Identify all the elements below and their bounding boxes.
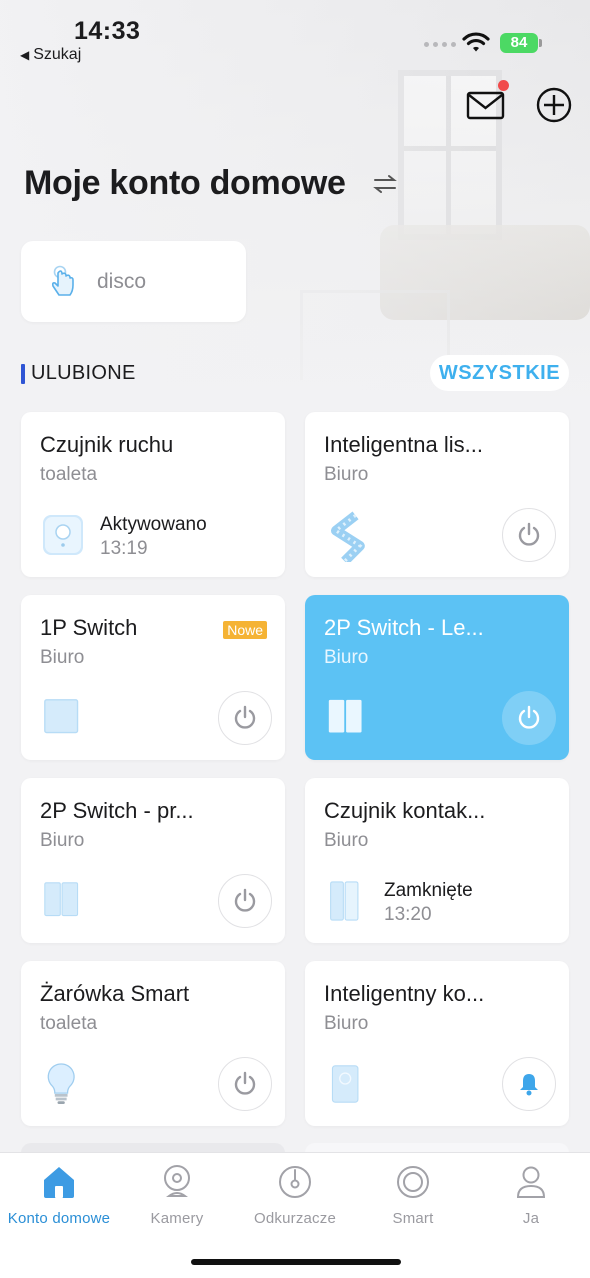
device-state-time: 13:19 xyxy=(100,538,148,559)
device-card[interactable]: 1P Switch Nowe Biuro xyxy=(21,595,285,760)
power-button[interactable] xyxy=(218,1057,272,1111)
tab-label: Odkurzacze xyxy=(253,1210,337,1227)
device-room: Biuro xyxy=(324,1013,369,1034)
power-icon xyxy=(518,705,540,729)
device-card[interactable]: Czujnik ruchu toaleta Aktywowano 13:19 xyxy=(21,412,285,577)
tab-label: Smart xyxy=(392,1210,434,1227)
smart-icon xyxy=(397,1166,429,1198)
device-room: Biuro xyxy=(324,647,369,668)
power-button[interactable] xyxy=(218,691,272,745)
tab-home[interactable]: Konto domowe xyxy=(0,1163,118,1227)
device-name: Czujnik kontak... xyxy=(324,798,486,823)
tab-label: Ja xyxy=(522,1210,540,1227)
camera-icon xyxy=(164,1165,190,1197)
bulb-icon xyxy=(47,1063,75,1104)
switch-1p-icon xyxy=(44,699,79,734)
tab-me[interactable]: Ja xyxy=(472,1163,590,1227)
device-card-active[interactable]: 2P Switch - Le... Biuro xyxy=(305,595,569,760)
power-button[interactable] xyxy=(218,874,272,928)
tab-cameras[interactable]: Kamery xyxy=(118,1163,236,1227)
motion-sensor-icon xyxy=(43,515,83,555)
power-button[interactable] xyxy=(502,508,556,562)
device-room: toaleta xyxy=(40,1013,98,1034)
home-indicator xyxy=(191,1259,401,1265)
add-icon[interactable] xyxy=(535,86,573,124)
favorites-label: ULUBIONE xyxy=(31,362,136,384)
device-room: Biuro xyxy=(324,464,369,485)
device-card[interactable]: Czujnik kontak... Biuro Zamknięte 13:20 xyxy=(305,778,569,943)
light-strip-icon xyxy=(331,511,365,562)
device-name: Inteligentna lis... xyxy=(324,432,483,457)
status-time: 14:33 xyxy=(74,17,141,45)
device-room: toaleta xyxy=(40,464,98,485)
power-button[interactable] xyxy=(502,691,556,745)
bell-icon xyxy=(520,1074,538,1096)
device-room: Biuro xyxy=(40,647,85,668)
hero-background xyxy=(0,0,590,460)
scene-card[interactable]: disco xyxy=(21,241,246,322)
mail-icon[interactable] xyxy=(465,88,507,124)
touch-hand-icon xyxy=(51,265,74,296)
home-icon xyxy=(44,1167,74,1198)
switch-2p-icon xyxy=(328,699,362,733)
device-name: 1P Switch xyxy=(40,615,138,640)
device-card[interactable]: Inteligentny ko... Biuro xyxy=(305,961,569,1126)
device-card[interactable]: Żarówka Smart toaleta xyxy=(21,961,285,1126)
page-title: Moje konto domowe xyxy=(24,164,346,202)
power-icon xyxy=(234,1071,256,1095)
device-name: 2P Switch - Le... xyxy=(324,615,484,640)
power-icon xyxy=(234,888,256,912)
vacuum-icon xyxy=(279,1166,311,1198)
hub-icon xyxy=(331,1065,359,1103)
device-state-time: 13:20 xyxy=(384,904,432,925)
power-icon xyxy=(234,705,256,729)
tab-smart[interactable]: Smart xyxy=(354,1163,472,1227)
device-name: Żarówka Smart xyxy=(40,981,190,1006)
device-state: Aktywowano xyxy=(100,514,207,535)
notification-dot xyxy=(498,80,509,91)
scene-name: disco xyxy=(97,269,147,293)
contact-sensor-icon xyxy=(330,881,359,921)
back-label: Szukaj xyxy=(33,46,82,63)
power-icon xyxy=(518,522,540,546)
back-to-search-link[interactable]: ◀ Szukaj xyxy=(20,46,81,64)
new-badge: Nowe xyxy=(223,621,267,639)
favorites-header: ULUBIONE xyxy=(21,362,136,385)
battery-indicator: 84 xyxy=(500,33,542,53)
device-name: 2P Switch - pr... xyxy=(40,798,194,823)
device-room: Biuro xyxy=(40,830,85,851)
device-card[interactable]: Inteligentna lis... Biuro xyxy=(305,412,569,577)
device-room: Biuro xyxy=(324,830,369,851)
device-card[interactable]: 2P Switch - pr... Biuro xyxy=(21,778,285,943)
show-all-button[interactable]: WSZYSTKIE xyxy=(430,355,569,391)
switch-home-icon[interactable] xyxy=(372,173,398,195)
device-state: Zamknięte xyxy=(384,880,473,901)
device-name: Inteligentny ko... xyxy=(324,981,485,1006)
cellular-signal-icon xyxy=(424,42,456,47)
alarm-button[interactable] xyxy=(502,1057,556,1111)
wifi-icon xyxy=(462,32,490,52)
switch-2p-icon xyxy=(44,882,79,917)
person-icon xyxy=(516,1166,546,1198)
tab-vacuums[interactable]: Odkurzacze xyxy=(236,1163,354,1227)
device-name: Czujnik ruchu xyxy=(40,432,174,457)
tab-label: Konto domowe xyxy=(7,1210,111,1227)
back-triangle-icon: ◀ xyxy=(20,48,30,62)
tab-label: Kamery xyxy=(150,1210,204,1227)
